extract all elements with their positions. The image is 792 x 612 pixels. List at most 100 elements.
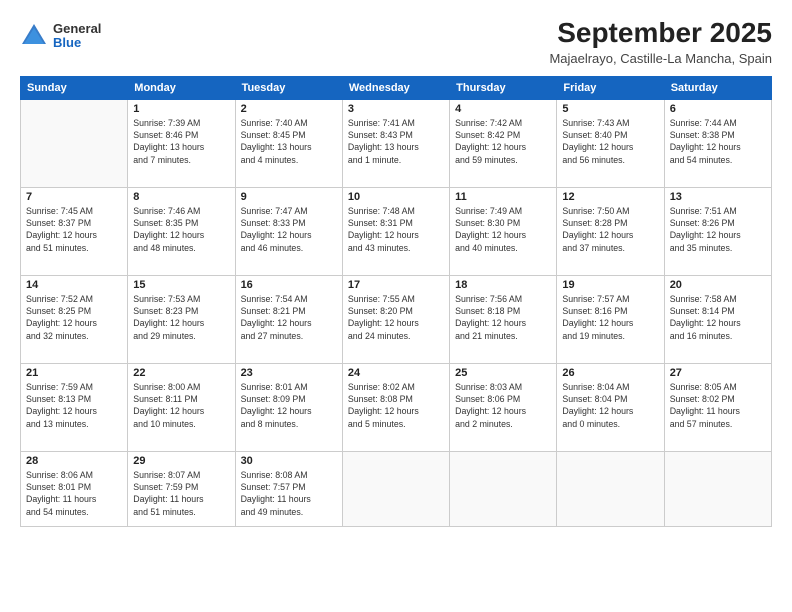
day-number: 24 xyxy=(348,367,444,379)
weekday-header-thursday: Thursday xyxy=(450,76,557,99)
day-number: 12 xyxy=(562,191,658,203)
logo: General Blue xyxy=(20,22,101,51)
day-info: Sunrise: 8:07 AM Sunset: 7:59 PM Dayligh… xyxy=(133,469,229,518)
day-info: Sunrise: 8:06 AM Sunset: 8:01 PM Dayligh… xyxy=(26,469,122,518)
day-info: Sunrise: 7:58 AM Sunset: 8:14 PM Dayligh… xyxy=(670,293,766,342)
calendar-cell: 14 Sunrise: 7:52 AM Sunset: 8:25 PM Dayli… xyxy=(21,275,128,363)
calendar: SundayMondayTuesdayWednesdayThursdayFrid… xyxy=(20,76,772,527)
day-number: 29 xyxy=(133,455,229,467)
day-number: 9 xyxy=(241,191,337,203)
month-title: September 2025 xyxy=(549,18,772,49)
day-info: Sunrise: 7:57 AM Sunset: 8:16 PM Dayligh… xyxy=(562,293,658,342)
day-number: 11 xyxy=(455,191,551,203)
weekday-header-row: SundayMondayTuesdayWednesdayThursdayFrid… xyxy=(21,76,772,99)
day-number: 15 xyxy=(133,279,229,291)
day-info: Sunrise: 7:53 AM Sunset: 8:23 PM Dayligh… xyxy=(133,293,229,342)
calendar-cell: 17 Sunrise: 7:55 AM Sunset: 8:20 PM Dayli… xyxy=(342,275,449,363)
calendar-cell: 10Sunrise: 7:48 AM Sunset: 8:31 PM Dayli… xyxy=(342,187,449,275)
weekday-header-saturday: Saturday xyxy=(664,76,771,99)
calendar-cell xyxy=(21,99,128,187)
location-subtitle: Majaelrayo, Castille-La Mancha, Spain xyxy=(549,51,772,66)
day-info: Sunrise: 8:03 AM Sunset: 8:06 PM Dayligh… xyxy=(455,381,551,430)
logo-blue: Blue xyxy=(53,36,101,50)
logo-general: General xyxy=(53,22,101,36)
day-number: 4 xyxy=(455,103,551,115)
calendar-cell: 25 Sunrise: 8:03 AM Sunset: 8:06 PM Dayli… xyxy=(450,363,557,451)
calendar-cell xyxy=(450,451,557,526)
day-number: 1 xyxy=(133,103,229,115)
calendar-cell: 2 Sunrise: 7:40 AM Sunset: 8:45 PM Daylig… xyxy=(235,99,342,187)
logo-text: General Blue xyxy=(53,22,101,51)
day-info: Sunrise: 7:48 AM Sunset: 8:31 PM Dayligh… xyxy=(348,205,444,254)
day-info: Sunrise: 7:44 AM Sunset: 8:38 PM Dayligh… xyxy=(670,117,766,166)
day-info: Sunrise: 7:56 AM Sunset: 8:18 PM Dayligh… xyxy=(455,293,551,342)
calendar-cell: 16 Sunrise: 7:54 AM Sunset: 8:21 PM Dayli… xyxy=(235,275,342,363)
header: General Blue September 2025 Majaelrayo, … xyxy=(20,18,772,66)
calendar-week-row: 7Sunrise: 7:45 AM Sunset: 8:37 PM Daylig… xyxy=(21,187,772,275)
calendar-cell xyxy=(557,451,664,526)
calendar-cell: 19Sunrise: 7:57 AM Sunset: 8:16 PM Dayli… xyxy=(557,275,664,363)
calendar-cell: 22 Sunrise: 8:00 AM Sunset: 8:11 PM Dayli… xyxy=(128,363,235,451)
day-number: 30 xyxy=(241,455,337,467)
calendar-cell: 3 Sunrise: 7:41 AM Sunset: 8:43 PM Daylig… xyxy=(342,99,449,187)
day-info: Sunrise: 7:55 AM Sunset: 8:20 PM Dayligh… xyxy=(348,293,444,342)
day-info: Sunrise: 7:51 AM Sunset: 8:26 PM Dayligh… xyxy=(670,205,766,254)
day-number: 5 xyxy=(562,103,658,115)
day-number: 28 xyxy=(26,455,122,467)
calendar-week-row: 21Sunrise: 7:59 AM Sunset: 8:13 PM Dayli… xyxy=(21,363,772,451)
calendar-cell: 28 Sunrise: 8:06 AM Sunset: 8:01 PM Dayli… xyxy=(21,451,128,526)
weekday-header-tuesday: Tuesday xyxy=(235,76,342,99)
day-info: Sunrise: 7:54 AM Sunset: 8:21 PM Dayligh… xyxy=(241,293,337,342)
calendar-cell: 6 Sunrise: 7:44 AM Sunset: 8:38 PM Daylig… xyxy=(664,99,771,187)
day-number: 18 xyxy=(455,279,551,291)
day-number: 17 xyxy=(348,279,444,291)
day-number: 21 xyxy=(26,367,122,379)
day-number: 8 xyxy=(133,191,229,203)
day-number: 16 xyxy=(241,279,337,291)
day-number: 7 xyxy=(26,191,122,203)
day-info: Sunrise: 7:47 AM Sunset: 8:33 PM Dayligh… xyxy=(241,205,337,254)
weekday-header-monday: Monday xyxy=(128,76,235,99)
page: General Blue September 2025 Majaelrayo, … xyxy=(0,0,792,612)
day-number: 3 xyxy=(348,103,444,115)
calendar-week-row: 1 Sunrise: 7:39 AM Sunset: 8:46 PM Daylig… xyxy=(21,99,772,187)
title-block: September 2025 Majaelrayo, Castille-La M… xyxy=(549,18,772,66)
calendar-cell: 23Sunrise: 8:01 AM Sunset: 8:09 PM Dayli… xyxy=(235,363,342,451)
day-info: Sunrise: 7:50 AM Sunset: 8:28 PM Dayligh… xyxy=(562,205,658,254)
day-number: 26 xyxy=(562,367,658,379)
calendar-cell: 15 Sunrise: 7:53 AM Sunset: 8:23 PM Dayli… xyxy=(128,275,235,363)
day-number: 22 xyxy=(133,367,229,379)
day-info: Sunrise: 8:05 AM Sunset: 8:02 PM Dayligh… xyxy=(670,381,766,430)
day-number: 14 xyxy=(26,279,122,291)
calendar-cell xyxy=(664,451,771,526)
calendar-cell: 20 Sunrise: 7:58 AM Sunset: 8:14 PM Dayli… xyxy=(664,275,771,363)
day-number: 25 xyxy=(455,367,551,379)
calendar-cell: 13 Sunrise: 7:51 AM Sunset: 8:26 PM Dayli… xyxy=(664,187,771,275)
day-info: Sunrise: 7:46 AM Sunset: 8:35 PM Dayligh… xyxy=(133,205,229,254)
day-info: Sunrise: 7:42 AM Sunset: 8:42 PM Dayligh… xyxy=(455,117,551,166)
day-info: Sunrise: 7:52 AM Sunset: 8:25 PM Dayligh… xyxy=(26,293,122,342)
day-info: Sunrise: 7:39 AM Sunset: 8:46 PM Dayligh… xyxy=(133,117,229,166)
day-number: 20 xyxy=(670,279,766,291)
calendar-cell: 24 Sunrise: 8:02 AM Sunset: 8:08 PM Dayli… xyxy=(342,363,449,451)
calendar-cell: 29 Sunrise: 8:07 AM Sunset: 7:59 PM Dayli… xyxy=(128,451,235,526)
day-info: Sunrise: 8:01 AM Sunset: 8:09 PM Dayligh… xyxy=(241,381,337,430)
weekday-header-wednesday: Wednesday xyxy=(342,76,449,99)
day-info: Sunrise: 8:04 AM Sunset: 8:04 PM Dayligh… xyxy=(562,381,658,430)
day-info: Sunrise: 7:41 AM Sunset: 8:43 PM Dayligh… xyxy=(348,117,444,166)
day-info: Sunrise: 8:00 AM Sunset: 8:11 PM Dayligh… xyxy=(133,381,229,430)
weekday-header-friday: Friday xyxy=(557,76,664,99)
calendar-cell: 8 Sunrise: 7:46 AM Sunset: 8:35 PM Daylig… xyxy=(128,187,235,275)
calendar-cell xyxy=(342,451,449,526)
calendar-cell: 21Sunrise: 7:59 AM Sunset: 8:13 PM Dayli… xyxy=(21,363,128,451)
day-info: Sunrise: 7:40 AM Sunset: 8:45 PM Dayligh… xyxy=(241,117,337,166)
calendar-cell: 12 Sunrise: 7:50 AM Sunset: 8:28 PM Dayli… xyxy=(557,187,664,275)
calendar-cell: 7Sunrise: 7:45 AM Sunset: 8:37 PM Daylig… xyxy=(21,187,128,275)
day-number: 27 xyxy=(670,367,766,379)
calendar-week-row: 14 Sunrise: 7:52 AM Sunset: 8:25 PM Dayli… xyxy=(21,275,772,363)
day-number: 6 xyxy=(670,103,766,115)
calendar-cell: 18 Sunrise: 7:56 AM Sunset: 8:18 PM Dayli… xyxy=(450,275,557,363)
day-info: Sunrise: 8:02 AM Sunset: 8:08 PM Dayligh… xyxy=(348,381,444,430)
day-number: 13 xyxy=(670,191,766,203)
day-number: 2 xyxy=(241,103,337,115)
